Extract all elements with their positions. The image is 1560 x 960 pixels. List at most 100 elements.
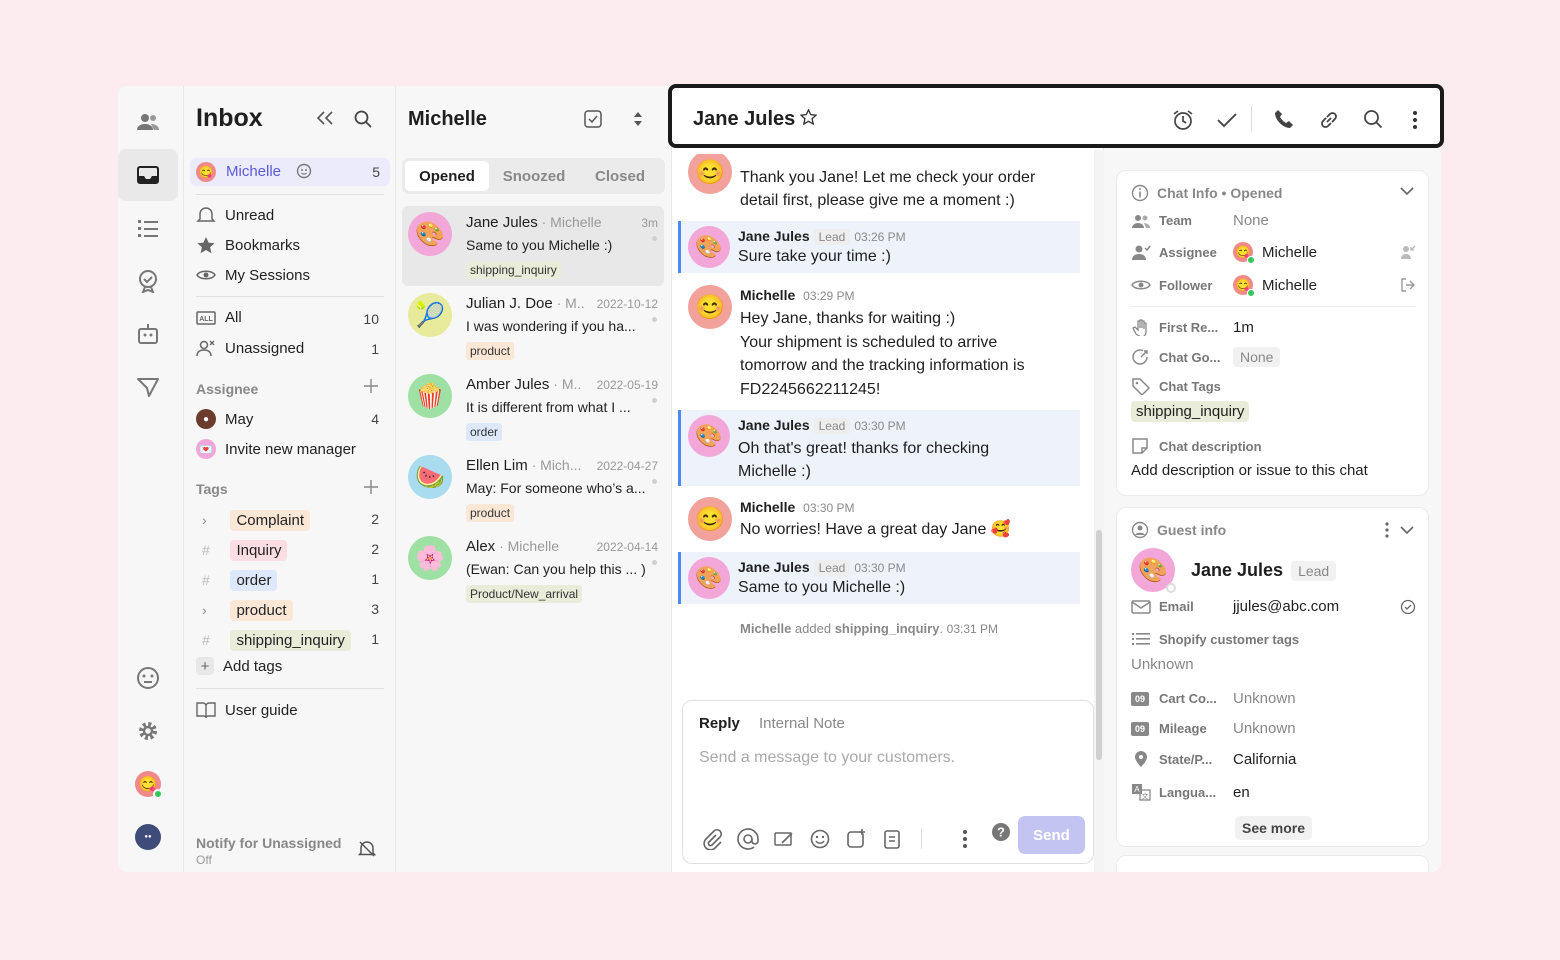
tab-closed[interactable]: Closed: [578, 161, 662, 191]
chat-header: Jane Jules: [668, 84, 1444, 148]
emoji-icon[interactable]: [809, 828, 831, 850]
conversation-item[interactable]: 🍉 Ellen Lim · Mich... 2022-04-27 May: For s…: [402, 449, 664, 529]
follower-value[interactable]: Michelle: [1262, 277, 1317, 294]
conversation-preview: I was wondering if you ha...: [466, 318, 636, 334]
more-vertical-icon[interactable]: [1412, 110, 1418, 130]
user-avatar[interactable]: 😋: [118, 758, 178, 810]
chevron-down-icon[interactable]: [1400, 186, 1414, 196]
nav-item-all[interactable]: ALL All: [196, 309, 242, 326]
leave-icon[interactable]: [1400, 277, 1416, 293]
assignee-value[interactable]: Michelle: [1262, 244, 1317, 261]
nav-item-unread[interactable]: Unread: [196, 206, 274, 224]
chevron-down-icon[interactable]: [1400, 525, 1414, 535]
clipboard-icon[interactable]: [881, 828, 903, 850]
message-time: 03:29 PM: [803, 289, 855, 303]
system-time: 03:31 PM: [946, 622, 999, 636]
tag-item-shipping-inquiry[interactable]: # shipping_inquiry: [202, 630, 351, 651]
add-tag-plus-icon[interactable]: [364, 480, 378, 494]
bell-off-icon[interactable]: [358, 840, 376, 858]
status-smile-icon[interactable]: [296, 163, 312, 179]
tag-count: 1: [371, 631, 379, 647]
assignee-label: Assignee: [1159, 244, 1217, 260]
badge-check-icon[interactable]: [118, 255, 178, 307]
attachment-icon[interactable]: [701, 828, 723, 850]
follower-avatar: 😋: [1233, 275, 1255, 297]
bot-icon[interactable]: [118, 308, 178, 360]
conversation-item[interactable]: 🎾 Julian J. Doe · M.. 2022-10-12 I was wond…: [402, 287, 664, 367]
conversation-item[interactable]: 🎨 Jane Jules · Michelle 3m Same to you Mich…: [402, 206, 664, 286]
user-guide-item[interactable]: User guide: [196, 701, 298, 719]
team-value[interactable]: None: [1233, 212, 1269, 229]
user-circle-icon: [1131, 521, 1149, 539]
message-line: Michelle :): [738, 463, 811, 480]
workspace-logo[interactable]: ●●: [118, 811, 178, 863]
tag-item-inquiry[interactable]: # Inquiry: [202, 540, 288, 561]
chevron-right-icon[interactable]: ›: [202, 512, 222, 528]
macro-edit-icon[interactable]: [773, 828, 795, 850]
search-icon[interactable]: [354, 110, 372, 128]
tag-item-order[interactable]: # order: [202, 570, 278, 591]
more-vertical-icon[interactable]: [1384, 522, 1390, 538]
chat-goal-value[interactable]: None: [1233, 347, 1281, 367]
tasks-icon[interactable]: [118, 202, 178, 254]
message-input[interactable]: Send a message to your customers.: [699, 749, 1079, 809]
cart-label: Cart Co...: [1159, 691, 1217, 706]
tab-opened[interactable]: Opened: [405, 161, 489, 191]
conversation-item[interactable]: 🍿 Amber Jules · M.. 2022-05-19 It is differ…: [402, 368, 664, 448]
nav-item-bookmarks[interactable]: Bookmarks: [196, 236, 300, 254]
guest-info-header: Guest info: [1131, 521, 1226, 539]
add-content-icon[interactable]: [845, 828, 867, 850]
snooze-alarm-icon[interactable]: [1172, 109, 1194, 131]
tab-snoozed[interactable]: Snoozed: [492, 161, 576, 191]
scroll-thumb[interactable]: [1096, 530, 1102, 760]
conversation-item[interactable]: 🌸 Alex · Michelle 2022-04-14 (Ewan: Can you…: [402, 530, 664, 610]
divider: [196, 296, 384, 297]
invite-manager-item[interactable]: 💌 Invite new manager: [196, 439, 356, 459]
settings-gear-icon[interactable]: [118, 705, 178, 757]
help-face-icon[interactable]: [118, 652, 178, 704]
contacts-icon[interactable]: [118, 96, 178, 148]
nav-item-my-sessions[interactable]: My Sessions: [196, 266, 310, 284]
chat-tag-shipping-inquiry[interactable]: shipping_inquiry: [1131, 401, 1250, 422]
chat-description-input[interactable]: Add description or issue to this chat: [1131, 462, 1368, 479]
tab-reply[interactable]: Reply: [699, 715, 740, 732]
icon-rail: 😋 ●●: [118, 86, 184, 872]
reassign-icon[interactable]: [1400, 244, 1416, 260]
app-window: 😋 ●● Inbox 😋 Michelle 5 Unread Bookmarks…: [118, 86, 1441, 872]
add-tags-item[interactable]: + Add tags: [196, 657, 282, 675]
star-outline-icon[interactable]: [800, 109, 817, 126]
send-icon[interactable]: [118, 361, 178, 413]
close-chat-check-icon[interactable]: [1216, 111, 1238, 129]
user-guide-label: User guide: [225, 701, 298, 719]
send-button[interactable]: Send: [1018, 816, 1085, 854]
link-icon[interactable]: [1318, 109, 1340, 131]
see-more-button[interactable]: See more: [1235, 816, 1313, 840]
tag-item-complaint[interactable]: › Complaint: [202, 510, 310, 531]
michelle-avatar: 😊: [688, 497, 732, 541]
chevron-right-icon[interactable]: ›: [202, 602, 222, 618]
tag-item-product[interactable]: › product: [202, 600, 293, 621]
sort-icon[interactable]: [632, 110, 644, 128]
select-checkbox-icon[interactable]: [584, 110, 602, 128]
guest-name-row: Jane Jules Lead: [1191, 560, 1337, 581]
email-value[interactable]: jjules@abc.com: [1233, 598, 1339, 615]
search-icon[interactable]: [1363, 109, 1383, 129]
chat-scrollbar[interactable]: [1094, 150, 1104, 872]
phone-icon[interactable]: [1274, 109, 1294, 129]
shopify-tags-row: Shopify customer tags: [1131, 631, 1299, 647]
bell-icon: [196, 207, 216, 222]
sender-name: Jane Jules: [738, 559, 810, 575]
message-time: 03:26 PM: [854, 230, 906, 244]
assignee-item-may[interactable]: ● May: [196, 409, 253, 429]
chat-description-label: Chat description: [1159, 438, 1262, 454]
add-assignee-plus-icon[interactable]: [364, 379, 378, 393]
more-vertical-icon[interactable]: [954, 828, 976, 850]
current-user-item[interactable]: 😋 Michelle 5: [190, 158, 390, 186]
collapse-double-chevron-icon[interactable]: [316, 110, 334, 126]
nav-item-unassigned[interactable]: Unassigned: [196, 339, 304, 357]
tab-internal-note[interactable]: Internal Note: [759, 715, 845, 732]
number-field-icon: 09: [1131, 721, 1149, 736]
inbox-icon[interactable]: [118, 149, 178, 201]
help-question-icon[interactable]: ?: [990, 821, 1012, 843]
mention-icon[interactable]: [737, 828, 759, 850]
